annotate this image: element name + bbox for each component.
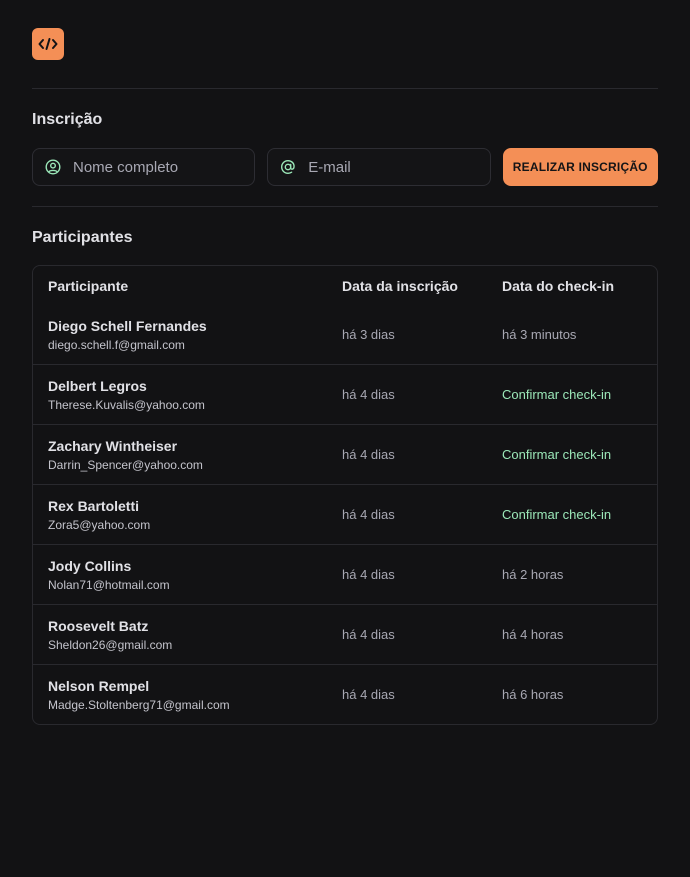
registration-date: há 4 dias	[342, 507, 395, 522]
confirm-checkin-link[interactable]: Confirmar check-in	[502, 447, 652, 462]
registration-date: há 4 dias	[342, 447, 395, 462]
header-divider	[32, 88, 658, 89]
participant-cell: Roosevelt Batz Sheldon26@gmail.com	[33, 618, 342, 652]
at-sign-icon	[280, 159, 296, 175]
table-header: Participante Data da inscrição Data do c…	[33, 266, 657, 305]
email-field[interactable]	[267, 148, 491, 186]
form-title: Inscrição	[32, 111, 103, 128]
table-row: Jody Collins Nolan71@hotmail.com há 4 dias…	[33, 544, 657, 604]
participant-email: Sheldon26@gmail.com	[48, 637, 173, 652]
participant-name: Zachary Wintheiser	[48, 437, 178, 454]
participant-cell: Diego Schell Fernandes diego.schell.f@gma…	[33, 318, 342, 352]
participant-name: Nelson Rempel	[48, 677, 150, 694]
registration-date: há 4 dias	[342, 627, 395, 642]
participant-cell: Zachary Wintheiser Darrin_Spencer@yahoo.c…	[33, 438, 342, 472]
confirm-checkin-link[interactable]: Confirmar check-in	[502, 387, 652, 402]
code-icon	[38, 38, 58, 50]
name-field[interactable]	[32, 148, 256, 186]
participants-table: Participante Data da inscrição Data do c…	[32, 265, 658, 725]
table-row: Roosevelt Batz Sheldon26@gmail.com há 4 di…	[33, 604, 657, 664]
name-input[interactable]	[73, 158, 253, 176]
registration-form: REALIZAR INSCRIÇÃO	[32, 148, 658, 186]
submit-registration-button[interactable]: REALIZAR INSCRIÇÃO	[502, 148, 658, 186]
participant-name: Diego Schell Fernandes	[48, 317, 207, 334]
participant-email: Madge.Stoltenberg71@gmail.com	[48, 697, 230, 712]
table-row: Delbert Legros Therese.Kuvalis@yahoo.com h…	[33, 364, 657, 424]
email-input[interactable]	[308, 158, 489, 176]
participant-name: Jody Collins	[48, 557, 132, 574]
participant-name: Delbert Legros	[48, 377, 147, 394]
participant-email: diego.schell.f@gmail.com	[48, 337, 185, 352]
participant-cell: Jody Collins Nolan71@hotmail.com	[33, 558, 342, 592]
registration-date: há 4 dias	[342, 387, 395, 402]
table-row: Rex Bartoletti Zora5@yahoo.com há 4 dias Co…	[33, 484, 657, 544]
participant-name: Roosevelt Batz	[48, 617, 149, 634]
participant-email: Therese.Kuvalis@yahoo.com	[48, 397, 205, 412]
column-header-checkin-date: Data do check-in	[502, 277, 615, 294]
table-body: Diego Schell Fernandes diego.schell.f@gma…	[33, 305, 657, 724]
participant-cell: Nelson Rempel Madge.Stoltenberg71@gmail.c…	[33, 678, 342, 712]
participant-cell: Delbert Legros Therese.Kuvalis@yahoo.com	[33, 378, 342, 412]
user-circle-icon	[45, 159, 61, 175]
participant-email: Zora5@yahoo.com	[48, 517, 151, 532]
column-header-participant: Participante	[48, 277, 129, 294]
logo	[32, 28, 64, 60]
table-row: Diego Schell Fernandes diego.schell.f@gma…	[33, 305, 657, 364]
checkin-date: há 3 minutos	[502, 327, 577, 342]
page-container: Inscrição REALIZAR INSCRIÇÃO	[32, 0, 658, 725]
checkin-date: há 6 horas	[502, 687, 564, 702]
registration-date: há 4 dias	[342, 687, 395, 702]
participants-title: Participantes	[32, 229, 133, 246]
confirm-checkin-link[interactable]: Confirmar check-in	[502, 507, 652, 522]
checkin-date: há 4 horas	[502, 627, 564, 642]
table-row: Nelson Rempel Madge.Stoltenberg71@gmail.c…	[33, 664, 657, 724]
checkin-date: há 2 horas	[502, 567, 564, 582]
participant-cell: Rex Bartoletti Zora5@yahoo.com	[33, 498, 342, 532]
registration-date: há 3 dias	[342, 327, 395, 342]
participant-name: Rex Bartoletti	[48, 497, 140, 514]
section-divider	[32, 206, 658, 207]
participant-email: Nolan71@hotmail.com	[48, 577, 170, 592]
participant-email: Darrin_Spencer@yahoo.com	[48, 457, 203, 472]
table-row: Zachary Wintheiser Darrin_Spencer@yahoo.c…	[33, 424, 657, 484]
column-header-registration-date: Data da inscrição	[342, 277, 458, 294]
registration-date: há 4 dias	[342, 567, 395, 582]
